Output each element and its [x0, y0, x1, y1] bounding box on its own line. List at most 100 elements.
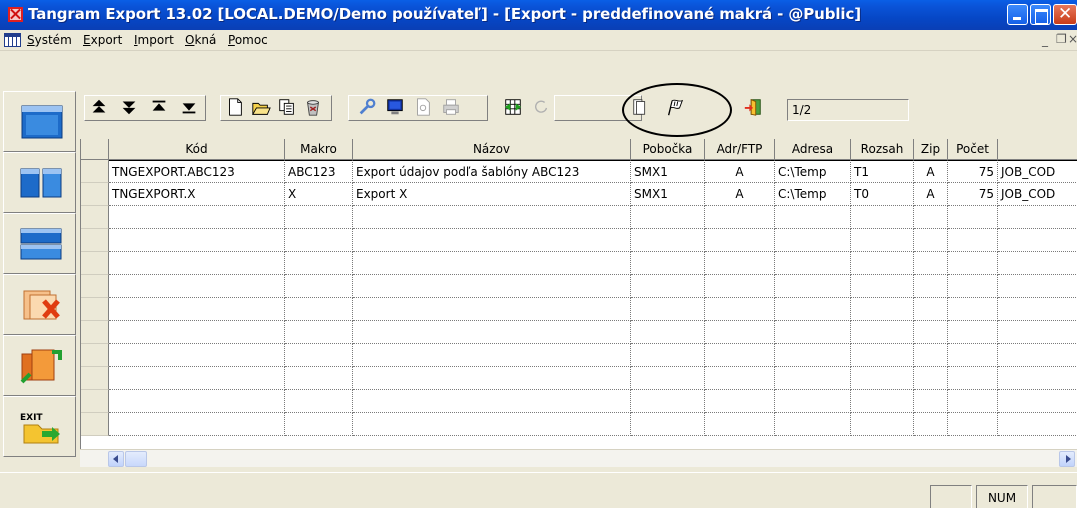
- cell-name[interactable]: [353, 413, 631, 436]
- open-folder-icon[interactable]: [250, 96, 272, 118]
- table-row[interactable]: [81, 275, 1077, 298]
- row-selector[interactable]: [81, 229, 109, 252]
- cell-name[interactable]: [353, 390, 631, 413]
- row-selector[interactable]: [81, 183, 109, 206]
- cell-address[interactable]: [775, 321, 851, 344]
- sidebar-delete-button[interactable]: [3, 274, 76, 335]
- column-header-range[interactable]: Rozsah: [851, 139, 914, 160]
- cell-range[interactable]: [851, 206, 914, 229]
- cell-adr-ftp[interactable]: [705, 229, 775, 252]
- cell-count[interactable]: [948, 229, 998, 252]
- cell-branch[interactable]: [631, 344, 705, 367]
- cell-adr-ftp[interactable]: [705, 413, 775, 436]
- cell-branch[interactable]: [631, 206, 705, 229]
- cell-code[interactable]: [109, 275, 285, 298]
- cell-zip[interactable]: [914, 321, 948, 344]
- cell-adr-ftp[interactable]: [705, 206, 775, 229]
- cell-name[interactable]: [353, 206, 631, 229]
- cell-macro[interactable]: X: [285, 183, 353, 206]
- menu-export[interactable]: Export: [83, 33, 122, 47]
- cell-extra[interactable]: [998, 229, 1077, 252]
- cell-range[interactable]: T0: [851, 183, 914, 206]
- table-row[interactable]: [81, 413, 1077, 436]
- cell-address[interactable]: [775, 298, 851, 321]
- cell-adr-ftp[interactable]: [705, 321, 775, 344]
- cell-range[interactable]: T1: [851, 160, 914, 183]
- sidebar-tile-button[interactable]: [3, 152, 76, 213]
- table-row[interactable]: [81, 390, 1077, 413]
- document-window-icon[interactable]: [4, 33, 21, 47]
- last-record-icon[interactable]: [178, 96, 200, 118]
- cell-macro[interactable]: [285, 298, 353, 321]
- sidebar-window-button[interactable]: [3, 91, 76, 152]
- cell-code[interactable]: [109, 413, 285, 436]
- cell-name[interactable]: [353, 344, 631, 367]
- cell-range[interactable]: [851, 229, 914, 252]
- cell-extra[interactable]: [998, 321, 1077, 344]
- cell-range[interactable]: [851, 252, 914, 275]
- monitor-icon[interactable]: [384, 96, 406, 118]
- printer-icon[interactable]: [440, 96, 462, 118]
- cell-name[interactable]: [353, 367, 631, 390]
- cell-name[interactable]: [353, 298, 631, 321]
- cell-extra[interactable]: [998, 298, 1077, 321]
- cell-macro[interactable]: [285, 344, 353, 367]
- cell-zip[interactable]: A: [914, 160, 948, 183]
- cell-adr-ftp[interactable]: A: [705, 183, 775, 206]
- mdi-close-button[interactable]: ×: [1068, 32, 1077, 46]
- cell-adr-ftp[interactable]: [705, 275, 775, 298]
- cell-address[interactable]: [775, 413, 851, 436]
- cell-code[interactable]: [109, 321, 285, 344]
- horizontal-scrollbar[interactable]: [80, 449, 1077, 467]
- maximize-button[interactable]: [1030, 4, 1051, 25]
- cell-count[interactable]: [948, 413, 998, 436]
- row-selector[interactable]: [81, 298, 109, 321]
- grid-export-icon[interactable]: [502, 96, 524, 118]
- row-selector[interactable]: [81, 344, 109, 367]
- cell-branch[interactable]: [631, 298, 705, 321]
- cell-name[interactable]: Export X: [353, 183, 631, 206]
- menu-windows[interactable]: Okná: [185, 33, 216, 47]
- mdi-minimize-button[interactable]: _: [1042, 33, 1048, 47]
- cell-range[interactable]: [851, 344, 914, 367]
- row-selector[interactable]: [81, 275, 109, 298]
- cell-address[interactable]: [775, 252, 851, 275]
- cell-branch[interactable]: [631, 275, 705, 298]
- cell-branch[interactable]: [631, 367, 705, 390]
- cell-macro[interactable]: [285, 413, 353, 436]
- cell-macro[interactable]: [285, 275, 353, 298]
- cell-name[interactable]: [353, 321, 631, 344]
- menu-system[interactable]: Systém: [27, 33, 72, 47]
- cell-code[interactable]: [109, 206, 285, 229]
- title-bar[interactable]: Tangram Export 13.02 [LOCAL.DEMO/Demo po…: [0, 0, 1077, 30]
- column-header-code[interactable]: Kód: [109, 139, 285, 160]
- cell-extra[interactable]: [998, 367, 1077, 390]
- sort-up-icon[interactable]: [88, 96, 110, 118]
- cell-address[interactable]: [775, 390, 851, 413]
- cell-extra[interactable]: JOB_COD: [998, 160, 1077, 183]
- table-row[interactable]: [81, 206, 1077, 229]
- cell-macro[interactable]: ABC123: [285, 160, 353, 183]
- copy-icon[interactable]: [276, 96, 298, 118]
- cell-adr-ftp[interactable]: [705, 252, 775, 275]
- cell-address[interactable]: [775, 367, 851, 390]
- table-row[interactable]: [81, 229, 1077, 252]
- sidebar-cascade-button[interactable]: [3, 213, 76, 274]
- table-row[interactable]: TNGEXPORT.X X Export X SMX1 A C:\Temp T0 A 75 JOB…: [81, 183, 1077, 206]
- cell-range[interactable]: [851, 390, 914, 413]
- table-row[interactable]: TNGEXPORT.ABC123 ABC123 Export údajov podľ…: [81, 160, 1077, 183]
- exit-door-icon[interactable]: [742, 96, 764, 118]
- row-selector[interactable]: [81, 206, 109, 229]
- print-preview-icon[interactable]: [412, 96, 434, 118]
- cell-adr-ftp[interactable]: [705, 344, 775, 367]
- cell-zip[interactable]: [914, 252, 948, 275]
- cell-count[interactable]: [948, 252, 998, 275]
- column-header-count[interactable]: Počet: [948, 139, 998, 160]
- cell-zip[interactable]: [914, 298, 948, 321]
- sidebar-exit-button[interactable]: EXIT: [3, 396, 76, 457]
- cell-macro[interactable]: [285, 367, 353, 390]
- cell-extra[interactable]: [998, 206, 1077, 229]
- cell-zip[interactable]: [914, 413, 948, 436]
- column-header-address[interactable]: Adresa: [775, 139, 851, 160]
- cell-count[interactable]: 75: [948, 183, 998, 206]
